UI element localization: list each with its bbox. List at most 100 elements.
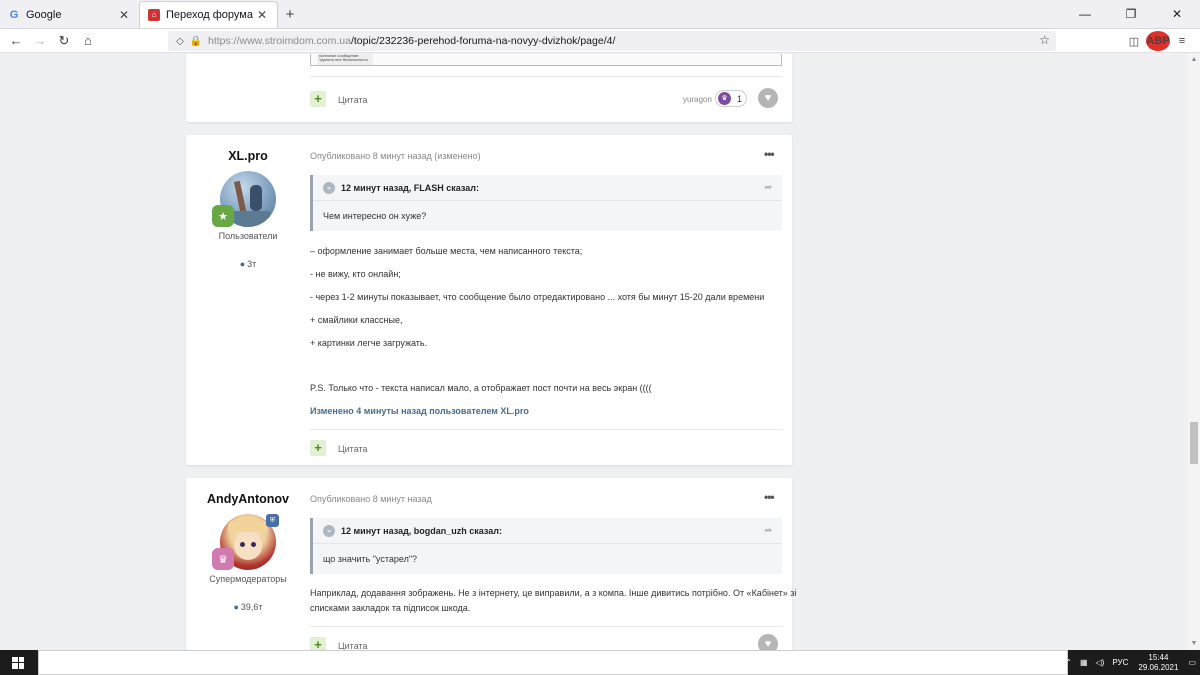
home-icon[interactable]: ⌂ [76, 30, 100, 52]
new-tab-button[interactable]: + [278, 1, 302, 28]
scrollbar-thumb[interactable] [1190, 422, 1198, 464]
multiquote-plus-button[interactable]: + [310, 440, 326, 456]
post-line: – оформление занимает больше места, чем … [310, 246, 583, 256]
shield-icon[interactable]: ◇ [172, 36, 188, 47]
bookmark-star-icon[interactable]: ☆ [1039, 33, 1050, 47]
url-path: /topic/232236-perehod-foruma-na-novyy-dv… [350, 35, 616, 47]
comment-icon: ● [233, 602, 239, 612]
attached-image-text: сообщ. нового пост. за это полезное сооб… [317, 54, 373, 65]
start-button[interactable] [0, 650, 36, 675]
author-name[interactable]: XL.pro [186, 149, 310, 163]
close-icon[interactable]: ✕ [117, 8, 131, 22]
restore-icon[interactable]: ❐ [1108, 0, 1154, 28]
scroll-up-icon[interactable]: ▲ [1188, 54, 1200, 66]
post-line: - через 1-2 минуты показывает, что сообщ… [310, 292, 765, 302]
post-menu-icon[interactable]: ••• [764, 490, 775, 504]
post-previous: сообщ. нового пост. за это полезное сооб… [186, 54, 792, 122]
post-count-value: 3т [247, 259, 257, 269]
post-line: P.S. Только что - текста написал мало, а… [310, 383, 652, 393]
post-line: + смайлики классные, [310, 315, 403, 325]
post-line: списками закладок та підписок шкода. [310, 603, 471, 613]
volume-icon[interactable]: ◁) [1096, 658, 1105, 667]
quote-block: ⌄ 12 минут назад, bogdan_uzh сказал: ➦ щ… [310, 518, 782, 574]
scroll-down-icon[interactable]: ▼ [1188, 638, 1200, 650]
chevron-down-icon[interactable]: ⌄ [323, 524, 335, 537]
tab-title: Переход форума на новый д [166, 9, 255, 21]
lock-icon[interactable]: 🔒 [188, 36, 204, 47]
quote-button[interactable]: Цитата [338, 444, 368, 454]
post-xlpro: XL.pro ★ Пользователи ● 3т Опубликовано 8… [186, 135, 792, 465]
post-count: ● 3т [186, 259, 310, 269]
attached-image[interactable]: сообщ. нового пост. за это полезное сооб… [310, 54, 782, 66]
tab-google[interactable]: G Google ✕ [0, 1, 139, 28]
share-arrow-icon[interactable]: ➦ [764, 525, 772, 536]
minimize-icon[interactable]: — [1062, 0, 1108, 28]
chevron-up-icon[interactable]: ⌃ [1065, 658, 1072, 667]
window-controls: — ❐ ✕ [1062, 0, 1200, 28]
post-date[interactable]: Опубликовано 8 минут назад [310, 494, 432, 504]
post-count-value: 39,6т [240, 602, 263, 612]
post-line: - не вижу, кто онлайн; [310, 269, 401, 279]
share-arrow-icon[interactable]: ➦ [764, 182, 772, 193]
quote-text: що значить "устарел"? [323, 554, 418, 564]
close-icon[interactable]: ✕ [255, 8, 269, 22]
rank-star-icon: ★ [212, 205, 234, 227]
author-name[interactable]: AndyAntonov [186, 492, 310, 506]
quote-button[interactable]: Цитата [338, 95, 368, 105]
close-window-icon[interactable]: ✕ [1154, 0, 1200, 28]
clock[interactable]: 15:44 29.06.2021 [1138, 653, 1178, 673]
navigation-bar: ← → ↻ ⌂ ◇ 🔒 https://www.stroimdom.com.ua… [0, 29, 1200, 53]
author-role: Супермодераторы [209, 574, 287, 584]
taskbar-search[interactable] [38, 650, 1068, 675]
quote-block: ⌄ 12 минут назад, FLASH сказал: ➦ Чем ин… [310, 175, 782, 231]
google-icon: G [9, 8, 19, 21]
divider [310, 626, 782, 627]
language-indicator[interactable]: РУС [1112, 658, 1128, 667]
post-menu-icon[interactable]: ••• [764, 147, 775, 161]
tab-title: Google [26, 8, 62, 21]
pocket-icon[interactable]: ◫ [1122, 31, 1146, 51]
heart-icon[interactable]: ♥ [758, 88, 778, 108]
divider [310, 76, 782, 77]
taskbar: ⌃ ▦ ◁) РУС 15:44 29.06.2021 ▭ [0, 650, 1200, 675]
chevron-down-icon[interactable]: ⌄ [323, 181, 335, 194]
reaction-emoji-icon: ♛ [718, 92, 731, 105]
post-count: ● 39,6т [186, 602, 310, 612]
back-icon[interactable]: ← [4, 30, 28, 52]
page-viewport: сообщ. нового пост. за это полезное сооб… [0, 54, 1200, 650]
reload-icon[interactable]: ↻ [52, 30, 76, 52]
notifications-icon[interactable]: ▭ [1188, 658, 1196, 667]
tab-forum[interactable]: ⌂ Переход форума на новый д ✕ [139, 1, 278, 28]
address-bar[interactable]: ◇ 🔒 https://www.stroimdom.com.ua/topic/2… [168, 31, 1056, 51]
url-host: https://www.stroimdom.com.ua [208, 35, 351, 47]
reaction-badge[interactable]: ♛ 1 [715, 90, 747, 107]
quote-header-text: 12 минут назад, FLASH сказал: [341, 182, 479, 193]
network-icon[interactable]: ▦ [1080, 658, 1088, 667]
rank-crown-icon: ♛ [212, 548, 234, 570]
moderator-shield-icon: ⛨ [266, 514, 279, 527]
divider [310, 429, 782, 430]
author-panel: XL.pro ★ Пользователи ● 3т [186, 135, 310, 269]
clock-time: 15:44 [1148, 652, 1169, 662]
browser-tabbar: G Google ✕ ⌂ Переход форума на новый д ✕… [0, 0, 1200, 29]
multiquote-plus-button[interactable]: + [310, 637, 326, 650]
post-date[interactable]: Опубликовано 8 минут назад (изменено) [310, 151, 481, 161]
windows-logo-icon [12, 656, 24, 669]
menu-icon[interactable]: ≡ [1170, 31, 1194, 51]
url-text: https://www.stroimdom.com.ua/topic/23223… [208, 35, 615, 47]
post-line: Наприклад, додавання зображень. Не з інт… [310, 588, 797, 598]
quote-text: Чем интересно он хуже? [323, 211, 427, 221]
author-role: Пользователи [218, 231, 278, 241]
quote-button[interactable]: Цитата [338, 641, 368, 650]
edited-note: Изменено 4 минуты назад пользователем XL… [310, 406, 529, 416]
quote-header: ⌄ 12 минут назад, bogdan_uzh сказал: ➦ [313, 518, 782, 544]
site-home-icon: ⌂ [148, 9, 160, 21]
system-tray: ⌃ ▦ ◁) РУС 15:44 29.06.2021 ▭ [1061, 650, 1200, 675]
page-scrollbar[interactable]: ▲ ▼ [1188, 54, 1200, 650]
adblock-icon[interactable]: ABP [1146, 31, 1170, 51]
liker-name[interactable]: yuragon [683, 95, 712, 104]
heart-icon[interactable]: ♥ [758, 634, 778, 650]
comment-icon: ● [239, 259, 246, 269]
forward-icon[interactable]: → [28, 30, 52, 52]
multiquote-plus-button[interactable]: + [310, 91, 326, 107]
